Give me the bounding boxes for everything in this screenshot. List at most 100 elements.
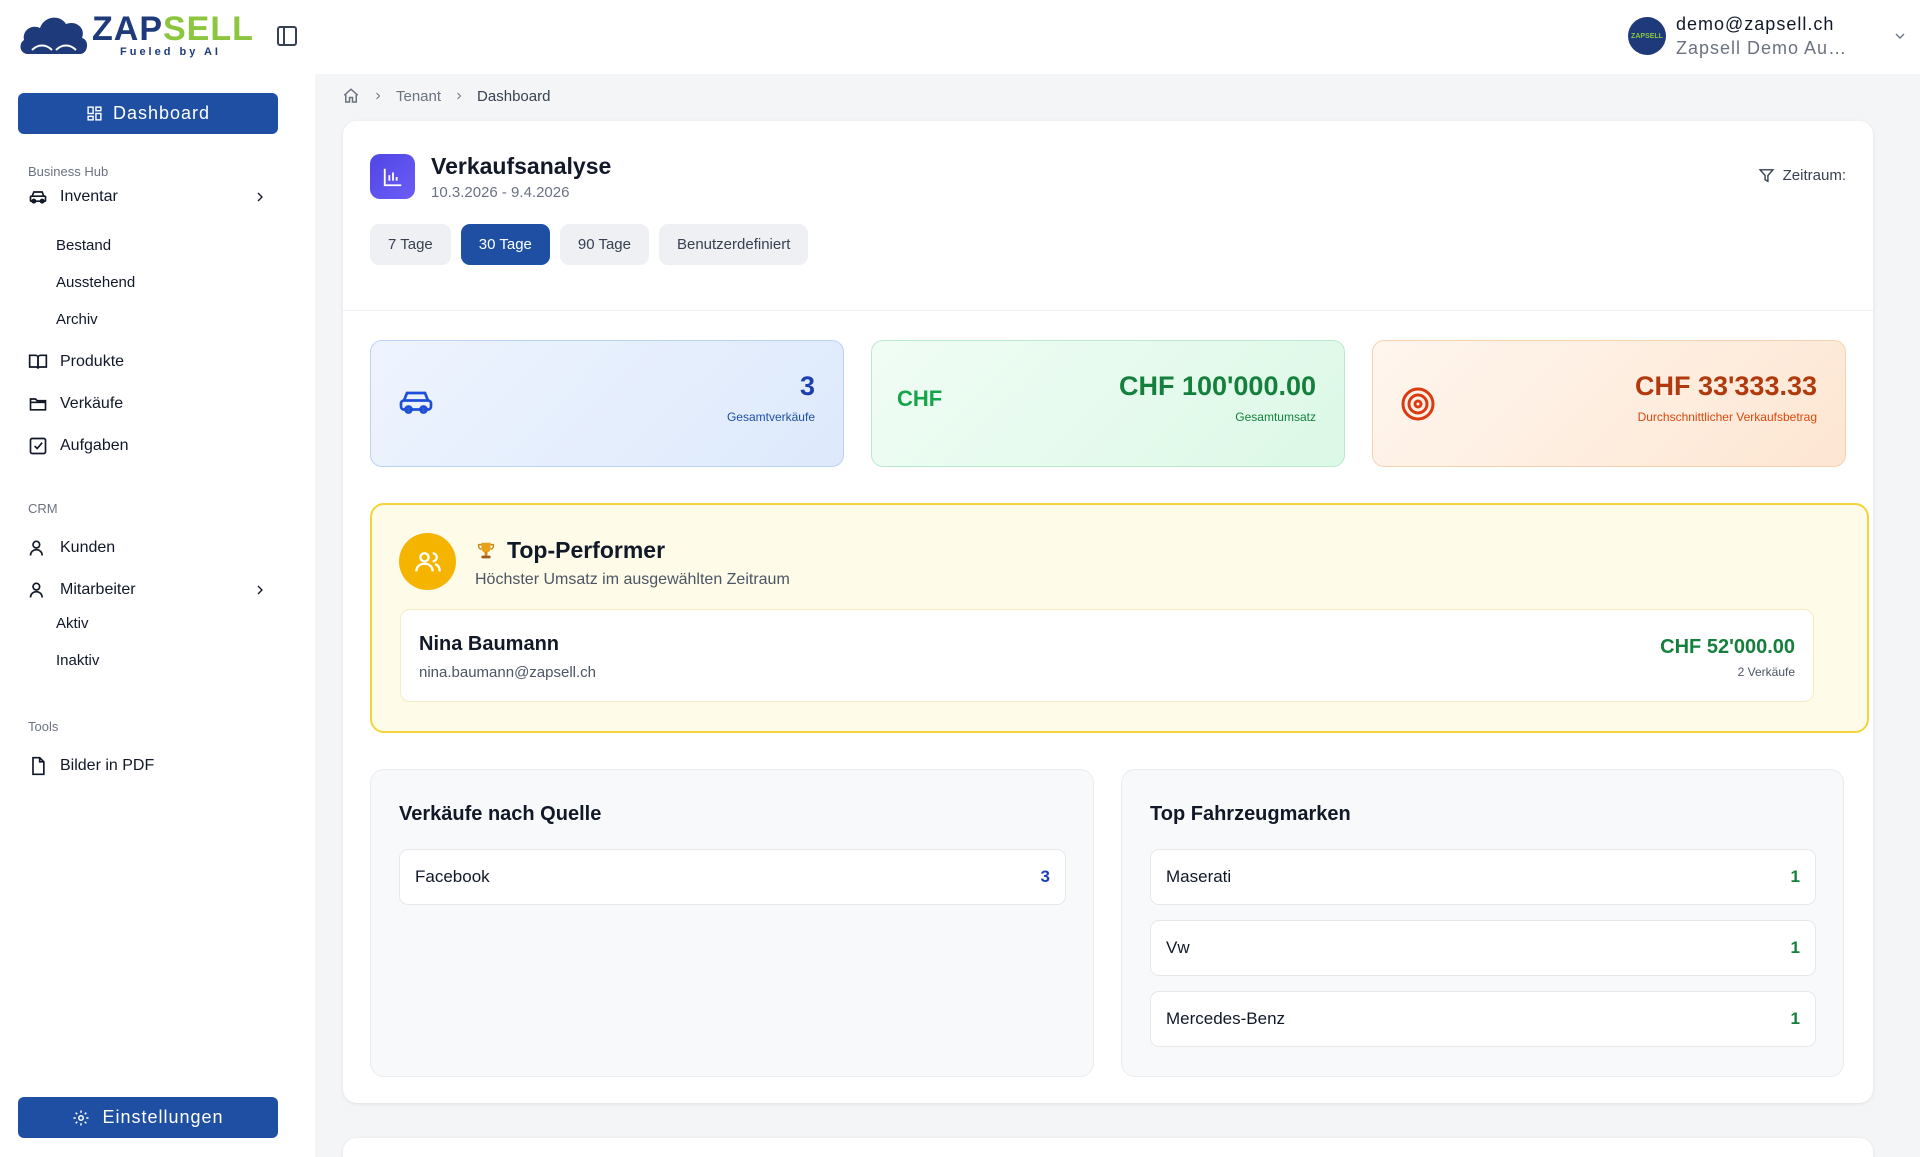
date-range: 10.3.2026 - 9.4.2026 xyxy=(431,184,570,201)
breadcrumb-current: Dashboard xyxy=(477,87,551,105)
sidebar-item-label: Aufgaben xyxy=(60,437,129,454)
sidebar-item-kunden[interactable]: Kunden xyxy=(28,533,278,563)
sidebar-subitem-inaktiv[interactable]: Inaktiv xyxy=(56,652,99,669)
page-title: Verkaufsanalyse xyxy=(431,153,612,179)
divider xyxy=(343,310,1873,311)
chevron-right-icon xyxy=(257,585,263,595)
brand-label: Maserati xyxy=(1166,867,1232,886)
sidebar-item-label: Bilder in PDF xyxy=(60,757,155,774)
user-email: demo@zapsell.ch xyxy=(1676,14,1835,34)
logo-tagline: Fueled by AI xyxy=(120,46,221,58)
average-label: Durchschnittlicher Verkaufsbetrag xyxy=(1637,410,1817,424)
dashboard-label: Dashboard xyxy=(112,103,211,123)
zapsell-logo[interactable]: ZAPSELL Fueled by AI xyxy=(18,10,253,58)
top-performer-subtitle: Höchster Umsatz im ausgewählten Zeitraum xyxy=(475,571,790,588)
tab-90-tage[interactable]: 90 Tage xyxy=(559,224,649,265)
top-performer-title-text: Top-Performer xyxy=(507,537,666,563)
currency-icon: CHF xyxy=(897,386,943,411)
list-item[interactable]: Facebook 3 xyxy=(399,849,1066,905)
sales-by-source-card: Verkäufe nach Quelle Facebook 3 xyxy=(370,769,1094,1077)
top-brands-card: Top Fahrzeugmarken Maserati 1 Vw 1 Merce… xyxy=(1121,769,1844,1077)
dashboard-button[interactable]: Dashboard xyxy=(18,93,278,134)
brand-count: 1 xyxy=(1790,938,1800,957)
revenue-value: CHF 100'000.00 xyxy=(1118,371,1316,401)
breadcrumb-tenant[interactable]: Tenant xyxy=(396,88,441,105)
top-bar: ZAPSELL Fueled by AI ZAPSELL demo@zapsel… xyxy=(0,0,1920,74)
period-filter-label: Zeitraum: xyxy=(1782,167,1846,184)
sidebar-item-label: Produkte xyxy=(60,353,125,370)
section-crm: CRM xyxy=(28,501,58,516)
section-tools: Tools xyxy=(28,719,59,734)
user-icon xyxy=(29,540,43,556)
average-value: CHF 33'333.33 xyxy=(1634,371,1817,401)
sales-by-source-title: Verkäufe nach Quelle xyxy=(399,803,602,825)
user-menu[interactable]: ZAPSELL demo@zapsell.ch Zapsell Demo Aut… xyxy=(1600,0,1920,74)
sidebar-item-produkte[interactable]: Produkte xyxy=(28,347,278,377)
source-count: 3 xyxy=(1040,867,1050,886)
tab-benutzerdefiniert[interactable]: Benutzerdefiniert xyxy=(658,224,809,265)
list-item[interactable]: Maserati 1 xyxy=(1150,849,1816,905)
sidebar-item-verkaeufe[interactable]: Verkäufe xyxy=(28,389,278,419)
sidebar-subitem-aktiv[interactable]: Aktiv xyxy=(56,615,89,632)
sidebar-toggle-icon[interactable] xyxy=(275,24,299,48)
chevron-right-icon xyxy=(376,92,381,100)
car-icon xyxy=(29,191,47,204)
logo-wordmark: ZAPSELL xyxy=(92,10,254,48)
brand-label: Vw xyxy=(1166,938,1190,957)
bar-chart-icon xyxy=(370,154,415,199)
sidebar-item-label: Inventar xyxy=(60,188,118,205)
top-performer-entry[interactable]: Nina Baumann nina.baumann@zapsell.ch CHF… xyxy=(400,609,1814,702)
chevron-right-icon xyxy=(457,92,462,100)
tab-7-tage[interactable]: 7 Tage xyxy=(370,224,451,265)
tab-30-tage[interactable]: 30 Tage xyxy=(460,224,550,265)
stat-total-sales: 3 Gesamtverkäufe xyxy=(370,340,844,467)
avatar: ZAPSELL xyxy=(1628,17,1666,55)
cloud-logo-icon xyxy=(20,17,88,54)
list-item[interactable]: Vw 1 xyxy=(1150,920,1816,976)
trophy-icon xyxy=(477,542,495,558)
sidebar-item-aufgaben[interactable]: Aufgaben xyxy=(28,431,278,461)
sales-analysis-card: Verkaufsanalyse 10.3.2026 - 9.4.2026 Zei… xyxy=(343,121,1873,1103)
stat-revenue: CHF CHF 100'000.00 Gesamtumsatz xyxy=(871,340,1345,467)
sidebar-subitem-bestand[interactable]: Bestand xyxy=(56,237,111,254)
sidebar-item-inventar[interactable]: Inventar xyxy=(28,182,278,212)
home-icon[interactable] xyxy=(342,87,360,105)
total-sales-label: Gesamtverkäufe xyxy=(726,410,815,424)
chevron-down-icon xyxy=(1895,33,1905,39)
users-icon xyxy=(399,533,456,590)
car-icon xyxy=(399,391,433,414)
total-sales-value: 3 xyxy=(799,371,815,401)
settings-button[interactable]: Einstellungen xyxy=(18,1097,278,1138)
sidebar-subitem-archiv[interactable]: Archiv xyxy=(56,311,98,328)
period-filter[interactable]: Zeitraum: xyxy=(1758,167,1846,184)
gear-icon xyxy=(73,1110,89,1125)
sidebar-item-label: Mitarbeiter xyxy=(60,581,136,598)
list-item[interactable]: Mercedes-Benz 1 xyxy=(1150,991,1816,1047)
top-brands-title: Top Fahrzeugmarken xyxy=(1150,803,1351,825)
filter-icon xyxy=(1758,169,1775,183)
top-performer-title: Top-Performer xyxy=(475,537,665,564)
section-business-hub: Business Hub xyxy=(28,164,109,179)
folder-icon xyxy=(29,398,47,411)
breadcrumb: Tenant Dashboard xyxy=(342,84,550,108)
performer-name: Nina Baumann xyxy=(419,633,560,655)
sidebar-item-bilder-pdf[interactable]: Bilder in PDF xyxy=(28,751,278,781)
revenue-label: Gesamtumsatz xyxy=(1235,410,1316,424)
checkbox-icon xyxy=(29,437,47,455)
sidebar-item-label: Verkäufe xyxy=(60,395,124,412)
top-performer-panel: Top-Performer Höchster Umsatz im ausgewä… xyxy=(370,503,1869,733)
sidebar: Dashboard Business Hub Inventar Bestand … xyxy=(0,74,315,1157)
brand-count: 1 xyxy=(1790,1009,1800,1028)
source-label: Facebook xyxy=(415,867,490,886)
sidebar-subitem-ausstehend[interactable]: Ausstehend xyxy=(56,274,135,291)
target-icon xyxy=(1401,387,1435,421)
user-company: Zapsell Demo Autohaus xyxy=(1676,38,1852,58)
grid-icon xyxy=(87,106,102,121)
chevron-right-icon xyxy=(257,192,263,202)
performer-amount: CHF 52'000.00 xyxy=(1660,636,1795,658)
period-tabs: 7 Tage 30 Tage 90 Tage Benutzerdefiniert xyxy=(370,224,809,265)
stat-average: CHF 33'333.33 Durchschnittlicher Verkauf… xyxy=(1372,340,1846,467)
sidebar-item-mitarbeiter[interactable]: Mitarbeiter xyxy=(28,575,278,605)
brand-label: Mercedes-Benz xyxy=(1166,1009,1286,1028)
book-icon xyxy=(28,354,48,369)
